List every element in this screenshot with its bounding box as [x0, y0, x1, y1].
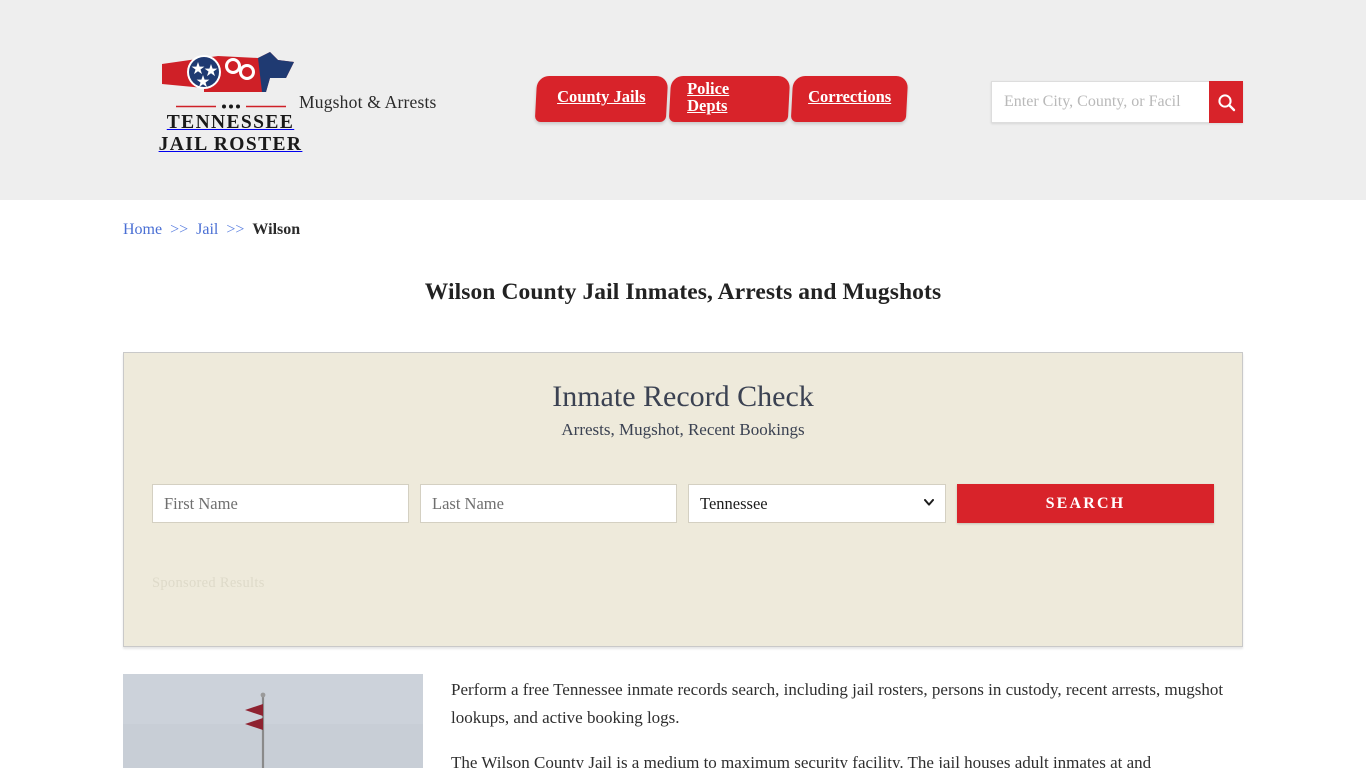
- last-name-input[interactable]: [420, 484, 678, 523]
- logo-line-1: TENNESSEE: [166, 112, 295, 133]
- breadcrumb-separator: >>: [226, 221, 245, 238]
- main-navigation: County Jails Police Depts Corrections: [534, 76, 910, 122]
- header-inner: TENNESSEE JAIL ROSTER Mugshot & Arrests …: [123, 0, 1243, 200]
- nav-corrections-label: Corrections: [808, 86, 892, 106]
- page-title: Wilson County Jail Inmates, Arrests and …: [424, 279, 942, 305]
- main-content: Home >> Jail >> Wilson Wilson County Jai…: [123, 200, 1243, 768]
- header-search-form: [991, 81, 1243, 123]
- tennessee-state-outline-icon: [162, 52, 294, 92]
- first-name-input[interactable]: [152, 484, 410, 523]
- breadcrumb: Home >> Jail >> Wilson: [123, 200, 1243, 239]
- header-search-button[interactable]: [1209, 81, 1243, 123]
- breadcrumb-separator: >>: [170, 221, 189, 238]
- inmate-search-button[interactable]: SEARCH: [957, 484, 1214, 523]
- nav-county-jails-label: County Jails: [557, 86, 646, 106]
- courthouse-photo-image: [123, 674, 423, 768]
- article-body: Perform a free Tennessee inmate records …: [451, 674, 1243, 768]
- breadcrumb-item-jail[interactable]: Jail: [196, 221, 218, 238]
- courthouse-photo: [123, 674, 423, 768]
- inmate-record-check-panel: Inmate Record Check Arrests, Mugshot, Re…: [123, 352, 1243, 647]
- article-paragraph-1: Perform a free Tennessee inmate records …: [451, 680, 1224, 727]
- nav-corrections[interactable]: Corrections: [790, 76, 909, 122]
- breadcrumb-item-home[interactable]: Home: [123, 221, 162, 238]
- nav-police-depts-label: Police Depts: [687, 78, 730, 115]
- sponsored-results-label: Sponsored Results: [152, 575, 265, 591]
- logo-line-2: JAIL ROSTER: [158, 133, 303, 155]
- breadcrumb-item-current: Wilson: [252, 221, 301, 238]
- panel-title: Inmate Record Check: [552, 380, 814, 413]
- logo-divider-icon: [175, 104, 286, 109]
- site-logo[interactable]: TENNESSEE JAIL ROSTER: [158, 48, 303, 156]
- header-search-input[interactable]: [991, 81, 1209, 123]
- site-tagline: Mugshot & Arrests: [299, 92, 437, 112]
- logo-wordmark: TENNESSEE JAIL ROSTER: [158, 112, 303, 156]
- article-paragraph-2: The Wilson County Jail is a medium to ma…: [451, 753, 1152, 768]
- state-select[interactable]: Tennessee: [688, 484, 947, 523]
- panel-subtitle: Arrests, Mugshot, Recent Bookings: [561, 420, 805, 439]
- site-header: TENNESSEE JAIL ROSTER Mugshot & Arrests …: [0, 0, 1366, 200]
- state-select-wrapper: Tennessee: [688, 484, 947, 523]
- search-icon: [1217, 93, 1235, 111]
- article-section: Perform a free Tennessee inmate records …: [123, 674, 1243, 768]
- nav-police-depts[interactable]: Police Depts: [668, 76, 791, 122]
- inmate-search-form: Tennessee SEARCH: [152, 484, 1214, 523]
- nav-county-jails[interactable]: County Jails: [534, 76, 669, 122]
